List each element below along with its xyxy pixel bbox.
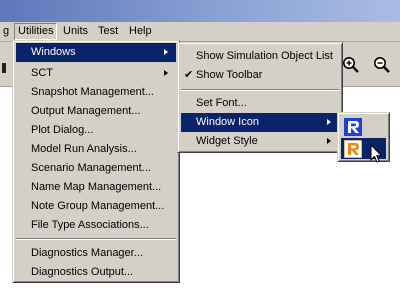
menu-item-output-management[interactable]: Output Management... <box>16 102 176 121</box>
menu-item-window-icon[interactable]: Window Icon <box>181 113 339 132</box>
utilities-menu: Windows SCT Snapshot Management... Outpu… <box>12 40 180 283</box>
menu-item-plot-dialog[interactable]: Plot Dialog... <box>16 121 176 140</box>
menu-item-label: Widget Style <box>196 135 258 147</box>
submenu-arrow-icon <box>164 49 168 55</box>
menu-separator <box>181 89 339 91</box>
menu-item-sct[interactable]: SCT <box>16 64 176 83</box>
menu-item-file-type-associations[interactable]: File Type Associations... <box>16 216 176 235</box>
menu-item-label: Window Icon <box>196 116 259 128</box>
menu-utilities[interactable]: Utilities <box>14 23 58 40</box>
menu-item-label: Diagnostics Manager... <box>31 247 143 259</box>
menu-item-label: Output Management... <box>31 105 141 117</box>
menu-item-label: Show Toolbar <box>196 69 263 81</box>
menu-item-windows[interactable]: Windows <box>16 43 176 62</box>
menu-item-diagnostics-manager[interactable]: Diagnostics Manager... <box>16 244 176 263</box>
menu-item-label: Plot Dialog... <box>31 124 94 136</box>
submenu-arrow-icon <box>164 70 168 76</box>
menu-item-label: Scenario Management... <box>31 162 151 174</box>
menu-item-label: File Type Associations... <box>31 219 149 231</box>
menu-tools-partial[interactable]: g <box>0 24 12 39</box>
menu-item-label: Show Simulation Object List <box>196 50 333 62</box>
orange-r-logo-icon <box>344 140 362 158</box>
window-title-bar <box>0 0 400 22</box>
blue-r-logo-icon <box>344 118 362 136</box>
zoom-out-icon[interactable] <box>373 56 391 74</box>
mouse-cursor-icon <box>370 144 383 163</box>
menu-item-label: Note Group Management... <box>31 200 165 212</box>
menu-item-label: Windows <box>31 46 76 58</box>
toolbar-partial-icon[interactable] <box>2 61 8 79</box>
menu-item-label: SCT <box>31 67 53 79</box>
menu-item-label: Snapshot Management... <box>31 86 154 98</box>
menu-item-diagnostics-output[interactable]: Diagnostics Output... <box>16 263 176 282</box>
menu-units[interactable]: Units <box>60 24 91 39</box>
submenu-arrow-icon <box>327 138 331 144</box>
menu-item-note-group-management[interactable]: Note Group Management... <box>16 197 176 216</box>
menu-item-set-font[interactable]: Set Font... <box>181 94 339 113</box>
menu-item-label: Model Run Analysis... <box>31 143 137 155</box>
menu-item-snapshot-management[interactable]: Snapshot Management... <box>16 83 176 102</box>
menu-item-label: Diagnostics Output... <box>31 266 134 278</box>
menu-item-scenario-management[interactable]: Scenario Management... <box>16 159 176 178</box>
menu-bar: g Utilities Units Test Help <box>0 22 400 42</box>
window-icon-option-blue[interactable] <box>341 116 386 137</box>
windows-submenu: Show Simulation Object List ✔ Show Toolb… <box>177 42 343 153</box>
menu-separator <box>16 238 176 240</box>
menu-test[interactable]: Test <box>95 24 121 39</box>
menu-item-label: Name Map Management... <box>31 181 162 193</box>
menu-item-show-toolbar[interactable]: ✔ Show Toolbar <box>181 66 339 85</box>
menu-item-widget-style[interactable]: Widget Style <box>181 132 339 151</box>
menu-item-show-simulation-object-list[interactable]: Show Simulation Object List <box>181 47 339 66</box>
menu-item-name-map-management[interactable]: Name Map Management... <box>16 178 176 197</box>
menu-help[interactable]: Help <box>126 24 155 39</box>
checkmark-icon: ✔ <box>184 69 194 81</box>
submenu-arrow-icon <box>327 119 331 125</box>
menu-item-label: Set Font... <box>196 97 247 109</box>
menu-item-model-run-analysis[interactable]: Model Run Analysis... <box>16 140 176 159</box>
zoom-in-icon[interactable] <box>342 56 360 74</box>
